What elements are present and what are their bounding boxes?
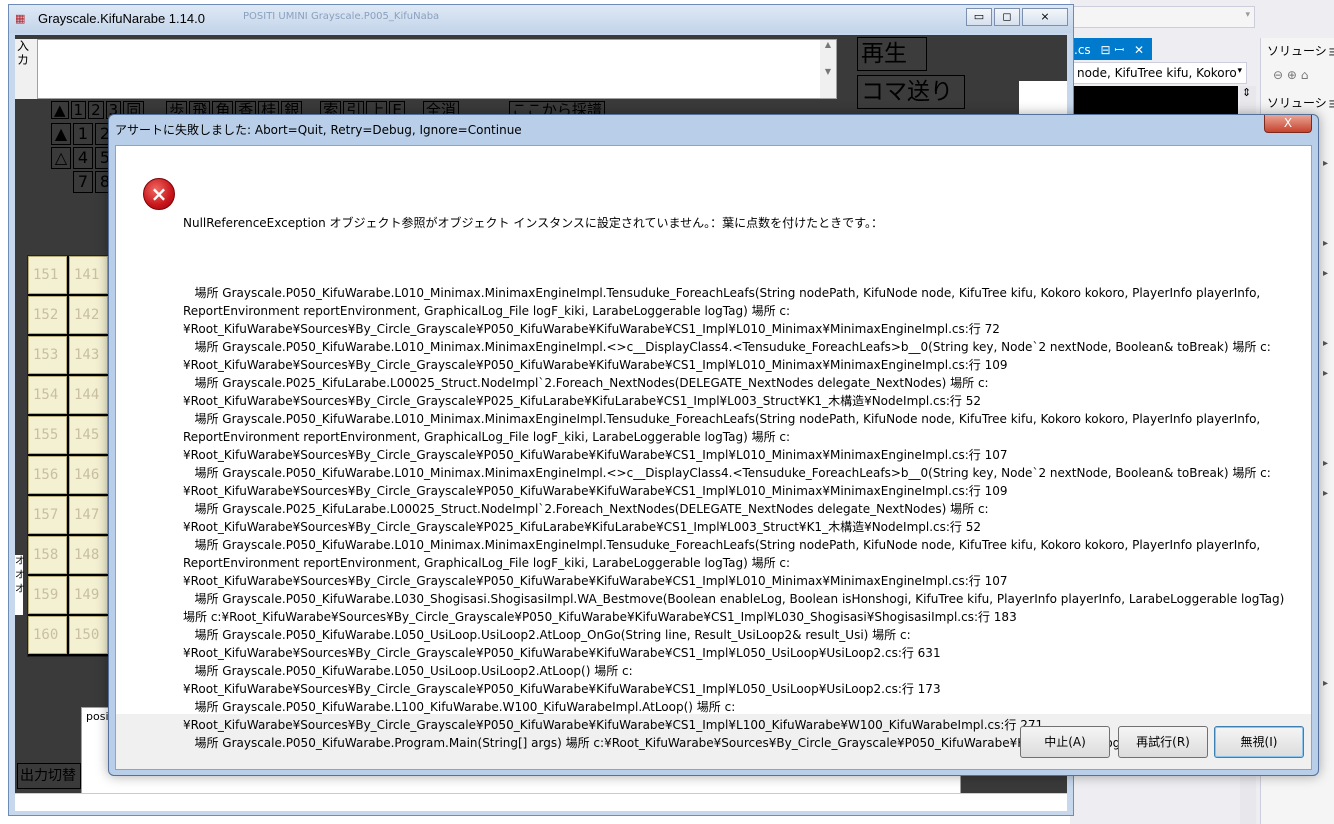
minimize-button[interactable]: ▭ [966, 8, 992, 26]
retry-button[interactable]: 再試行(R) [1118, 726, 1208, 758]
tree-expander-icon[interactable]: ▸ [1323, 458, 1328, 469]
board-cell[interactable]: 144 [69, 376, 108, 414]
kifu-input-textarea[interactable]: ▲ ▼ [37, 39, 837, 99]
left-strip-item: オ [15, 570, 25, 581]
app-ghost-title: POSITI UMINI Grayscale.P005_KifuNaba [243, 11, 440, 22]
textarea-scrollbar[interactable]: ▲ ▼ [820, 40, 836, 98]
hand-cell[interactable]: 1 [73, 123, 93, 145]
maximize-button[interactable]: ◻ [994, 8, 1020, 26]
hand-cell[interactable]: △ [51, 147, 71, 169]
board-cell[interactable]: 152 [28, 296, 67, 334]
board-cell[interactable]: 153 [28, 336, 67, 374]
board-cell[interactable]: 156 [28, 456, 67, 494]
ide-tab-label: .cs [1074, 43, 1091, 57]
ide-code-area [1070, 86, 1238, 116]
toolbar-item[interactable]: ▲ [51, 101, 69, 119]
board-cell[interactable]: 145 [69, 416, 108, 454]
app-title: Grayscale.KifuNarabe 1.14.0 [38, 11, 205, 26]
board-cell[interactable]: 143 [69, 336, 108, 374]
dialog-client: × NullReferenceException オブジェクト参照がオブジェクト… [115, 145, 1312, 770]
dialog-title: アサートに失敗しました: Abort=Quit, Retry=Debug, Ig… [115, 123, 522, 137]
minimize-icon: ▭ [973, 10, 985, 23]
ide-nav-icons[interactable]: ⊖ ⊕ ⌂ [1273, 68, 1308, 82]
tree-expander-icon[interactable]: ▸ [1323, 338, 1328, 349]
close-button[interactable]: ⨯ [1022, 8, 1068, 26]
ide-tabstrip: .cs ⊟ ꟷ ✕ [1070, 38, 1260, 60]
board-cell[interactable]: 160 [28, 616, 67, 654]
output-toggle-button[interactable]: 出力切替 [17, 763, 81, 789]
bottom-bar [15, 793, 1067, 811]
left-strip-item: オ [15, 584, 25, 595]
ide-solution-title-2: ソリューショ [1267, 96, 1334, 110]
board-cell[interactable]: 151 [28, 256, 67, 294]
step-button[interactable]: コマ送り [857, 75, 965, 109]
dialog-close-button[interactable]: X [1264, 115, 1312, 133]
assert-dialog: アサートに失敗しました: Abort=Quit, Retry=Debug, Ig… [108, 114, 1319, 776]
app-icon: ▦ [15, 12, 26, 25]
tree-expander-icon[interactable]: ▸ [1323, 368, 1328, 379]
abort-button[interactable]: 中止(A) [1020, 726, 1110, 758]
board-cell[interactable]: 142 [69, 296, 108, 334]
hand-cell[interactable]: 7 [73, 171, 93, 193]
tree-expander-icon[interactable]: ▸ [1323, 678, 1328, 689]
maximize-icon: ◻ [1002, 10, 1012, 23]
pin-icon[interactable]: ⊟ ꟷ [1101, 43, 1125, 57]
left-strip: オ オ オ [15, 555, 25, 615]
hand-cell[interactable]: 4 [73, 147, 93, 169]
left-strip-item: オ [15, 556, 25, 567]
toolbar-item[interactable]: 2 [88, 101, 104, 119]
tree-expander-icon[interactable]: ▸ [1323, 238, 1328, 249]
ide-top-dropdown[interactable]: ▾ [1070, 6, 1255, 28]
tree-expander-icon[interactable]: ▸ [1323, 158, 1328, 169]
close-icon[interactable]: ✕ [1134, 43, 1144, 57]
chevron-down-icon: ▾ [1245, 10, 1250, 20]
tree-expander-icon[interactable]: ▸ [1323, 488, 1328, 499]
board-cell[interactable]: 157 [28, 496, 67, 534]
split-icon[interactable]: ⇕ [1242, 86, 1251, 99]
close-icon: ⨯ [1040, 10, 1050, 23]
board-cell[interactable]: 159 [28, 576, 67, 614]
board-cell[interactable]: 146 [69, 456, 108, 494]
board-cell[interactable]: 158 [28, 536, 67, 574]
input-label: 入カ [15, 39, 37, 99]
board-cell[interactable]: 150 [69, 616, 108, 654]
error-headline: NullReferenceException オブジェクト参照がオブジェクト イ… [183, 216, 883, 230]
ide-tab-active[interactable]: .cs ⊟ ꟷ ✕ [1070, 38, 1152, 60]
tree-expander-icon[interactable]: ▸ [1323, 268, 1328, 279]
play-button[interactable]: 再生 [857, 37, 927, 71]
stack-trace: 場所 Grayscale.P050_KifuWarabe.L010_Minima… [183, 286, 1285, 750]
close-icon: X [1283, 116, 1293, 130]
shogi-board: 151 141 152 142 153 143 154 144 155 145 … [27, 255, 111, 657]
board-cell[interactable]: 147 [69, 496, 108, 534]
error-message: NullReferenceException オブジェクト参照がオブジェクト イ… [183, 178, 1293, 788]
ide-member-dropdown-value: node, KifuTree kifu, Kokoro [1077, 66, 1237, 80]
ide-solution-title: ソリューショ [1267, 44, 1334, 58]
dialog-message-area: × NullReferenceException オブジェクト参照がオブジェクト… [116, 146, 1311, 750]
chevron-down-icon: ▾ [1237, 66, 1242, 76]
hand-cell[interactable]: ▲ [51, 123, 71, 145]
board-cell[interactable]: 149 [69, 576, 108, 614]
error-icon: × [143, 178, 175, 210]
board-cell[interactable]: 154 [28, 376, 67, 414]
ignore-button[interactable]: 無視(I) [1214, 726, 1304, 758]
board-cell[interactable]: 148 [69, 536, 108, 574]
app-titlebar[interactable]: ▦ Grayscale.KifuNarabe 1.14.0 POSITI UMI… [9, 5, 1073, 33]
toolbar-item[interactable]: 1 [70, 101, 87, 119]
ide-member-dropdown[interactable]: node, KifuTree kifu, Kokoro ▾ [1072, 62, 1247, 84]
board-cell[interactable]: 141 [69, 256, 108, 294]
board-cell[interactable]: 155 [28, 416, 67, 454]
